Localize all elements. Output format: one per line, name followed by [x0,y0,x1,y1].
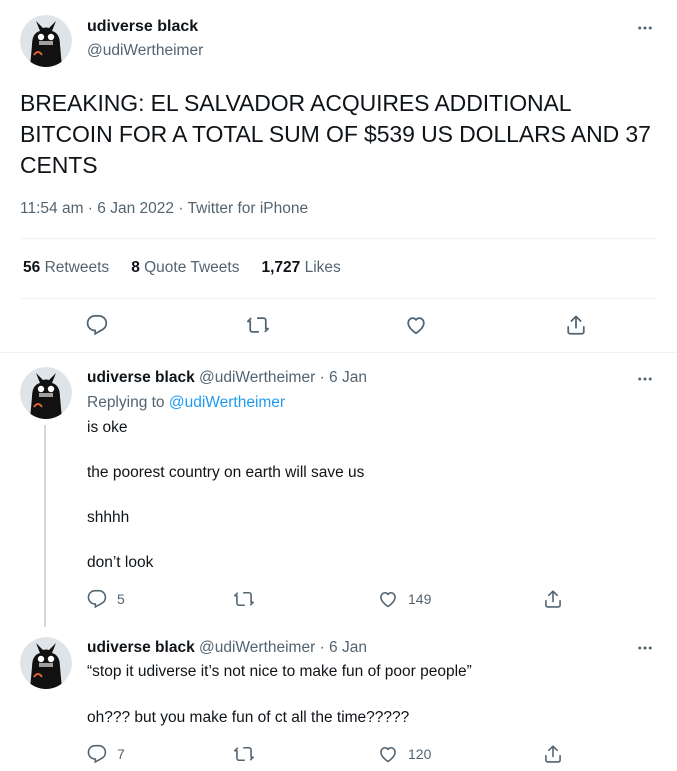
more-button[interactable] [635,369,655,389]
like-button[interactable]: 120 [378,744,431,764]
reply-header: udiverse black @udiWertheimer · 6 Jan [87,639,367,657]
reply-count: 7 [117,746,125,762]
reply-button[interactable]: 7 [87,744,125,764]
tweet-meta: 11:54 am · 6 Jan 2022 · Twitter for iPho… [20,200,308,218]
tweet-text: BREAKING: EL SALVADOR ACQUIRES ADDITIONA… [20,90,651,178]
retweet-button[interactable] [234,589,254,609]
reply-count: 5 [117,591,125,607]
reply-icon [87,589,107,609]
divider [20,238,656,239]
retweets-count: 56 [23,259,41,276]
replying-handle-link[interactable]: @udiWertheimer [169,394,285,411]
reply-icon [87,744,107,764]
retweet-button[interactable] [234,744,254,764]
meta-dot: · [87,200,93,217]
heart-icon [378,744,398,764]
avatar[interactable] [20,15,72,67]
quotes-label: Quote Tweets [144,259,240,276]
avatar[interactable] [20,367,72,419]
reply-button[interactable] [86,314,110,338]
reply-text-line: oh??? but you make fun of ct all the tim… [87,709,410,726]
replying-to: Replying to @udiWertheimer [87,394,285,412]
share-button[interactable] [543,744,563,764]
reply-text-line: shhhh [87,509,130,526]
heart-icon [405,314,427,336]
like-count: 120 [408,746,432,762]
tweet-time[interactable]: 11:54 am [20,200,83,217]
share-icon [543,589,563,609]
more-dots-icon [636,639,654,657]
share-button[interactable] [543,589,563,609]
reply-date[interactable]: · 6 Jan [320,639,367,656]
like-count: 149 [408,591,432,607]
like-button[interactable]: 149 [378,589,431,609]
reply-text-line: don’t look [87,554,154,571]
reply-author-name[interactable]: udiverse black [87,639,195,656]
reply-text-line: the poorest country on earth will save u… [87,464,365,481]
retweet-button[interactable] [247,314,271,338]
reply-text-line: is oke [87,419,128,436]
black-cat-avatar-icon [20,15,72,67]
likes-stat[interactable]: 1,727 Likes [261,259,340,277]
share-button[interactable] [565,314,589,338]
more-dots-icon [636,19,654,37]
quotes-count: 8 [131,259,140,276]
meta-dot: · [178,200,184,217]
tweet-date[interactable]: 6 Jan 2022 [97,200,174,217]
author-handle[interactable]: @udiWertheimer [87,42,203,60]
retweets-stat[interactable]: 56 Retweets [23,259,109,277]
reply-date[interactable]: · 6 Jan [320,369,367,386]
reply-author-handle[interactable]: @udiWertheimer [199,369,315,386]
reply-text-line: “stop it udiverse it’s not nice to make … [87,663,472,680]
retweet-icon [247,314,269,336]
quotes-stat[interactable]: 8 Quote Tweets [131,259,239,277]
tweet-source[interactable]: Twitter for iPhone [188,200,309,217]
likes-label: Likes [304,259,341,276]
divider [0,352,677,353]
share-icon [543,744,563,764]
retweet-icon [234,589,254,609]
divider [20,298,656,299]
thread-connector [44,425,46,627]
reply-author-name[interactable]: udiverse black [87,369,195,386]
more-button[interactable] [635,638,655,658]
like-button[interactable] [405,314,429,338]
heart-icon [378,589,398,609]
engagement-stats: 56 Retweets 8 Quote Tweets 1,727 Likes [23,259,341,277]
black-cat-avatar-icon [20,637,72,689]
likes-count: 1,727 [261,259,301,276]
share-icon [565,314,587,336]
more-dots-icon [636,370,654,388]
retweets-label: Retweets [44,259,110,276]
black-cat-avatar-icon [20,367,72,419]
reply-author-handle[interactable]: @udiWertheimer [199,639,315,656]
avatar[interactable] [20,637,72,689]
replying-prefix: Replying to [87,394,165,411]
reply-button[interactable]: 5 [87,589,125,609]
author-name[interactable]: udiverse black [87,18,198,36]
reply-icon [86,314,108,336]
reply-header: udiverse black @udiWertheimer · 6 Jan [87,369,367,387]
retweet-icon [234,744,254,764]
more-button[interactable] [635,18,655,38]
